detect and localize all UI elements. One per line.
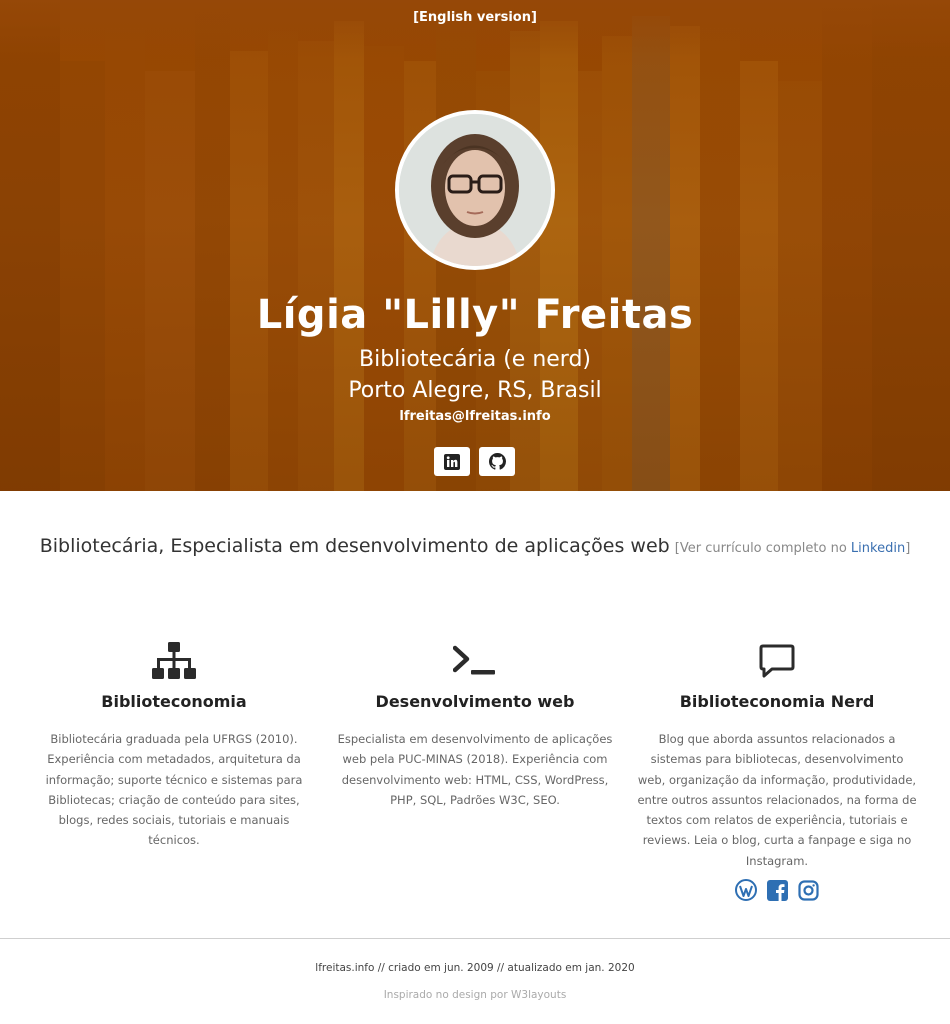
feature-title: Biblioteconomia <box>101 692 247 711</box>
feature-title: Desenvolvimento web <box>375 692 575 711</box>
feature-biblioteconomia: Biblioteconomia Bibliotecária graduada p… <box>34 640 314 851</box>
linkedin-button[interactable] <box>434 447 470 476</box>
instagram-icon <box>797 879 819 901</box>
github-icon <box>488 453 506 470</box>
top-strip <box>0 0 950 58</box>
blog-links <box>637 879 917 902</box>
feature-title: Biblioteconomia Nerd <box>679 692 875 711</box>
footer-text: lfreitas.info // criado em jun. 2009 // … <box>315 962 635 974</box>
instagram-link[interactable] <box>797 879 819 901</box>
wordpress-link[interactable] <box>735 879 757 902</box>
terminal-icon <box>453 645 495 675</box>
tagline-text: Bibliotecária, Especialista em desenvolv… <box>39 535 670 557</box>
tagline: Bibliotecária, Especialista em desenvolv… <box>0 535 950 557</box>
feature-text: Blog que aborda assuntos relacionados a … <box>637 732 917 868</box>
hero-banner: [English version] Lígia "Lilly" Freitas … <box>0 0 950 491</box>
github-button[interactable] <box>479 447 515 476</box>
feature-text: Bibliotecária graduada pela UFRGS (2010)… <box>45 732 303 848</box>
feature-biblioteconomia-nerd: Biblioteconomia Nerd Blog que aborda ass… <box>637 640 917 902</box>
cv-prefix: [Ver currículo completo no <box>674 541 847 556</box>
feature-desenvolvimento-web: Desenvolvimento web Especialista em dese… <box>335 640 615 810</box>
hero-role: Bibliotecária (e nerd) <box>358 347 592 372</box>
avatar-portrait <box>399 114 551 266</box>
feature-text: Especialista em desenvolvimento de aplic… <box>337 732 613 807</box>
page-title: Lígia "Lilly" Freitas <box>256 292 694 338</box>
english-version-link[interactable]: [English version] <box>0 10 950 25</box>
comment-icon <box>759 644 795 678</box>
linkedin-cv-link[interactable]: Linkedin <box>851 541 905 556</box>
facebook-icon <box>766 879 788 901</box>
footer-divider <box>0 938 950 939</box>
footer-credit[interactable]: Inspirado no design por W3layouts <box>0 989 950 1001</box>
linkedin-icon <box>444 453 460 470</box>
avatar <box>395 110 555 270</box>
email-link[interactable]: lfreitas@lfreitas.info <box>0 409 950 424</box>
wordpress-icon <box>735 879 757 902</box>
cv-note: [Ver currículo completo no Linkedin] <box>675 541 910 556</box>
hero-location: Porto Alegre, RS, Brasil <box>348 378 602 403</box>
facebook-link[interactable] <box>766 879 788 901</box>
cv-suffix: ] <box>905 541 911 556</box>
sitemap-icon <box>152 642 196 679</box>
